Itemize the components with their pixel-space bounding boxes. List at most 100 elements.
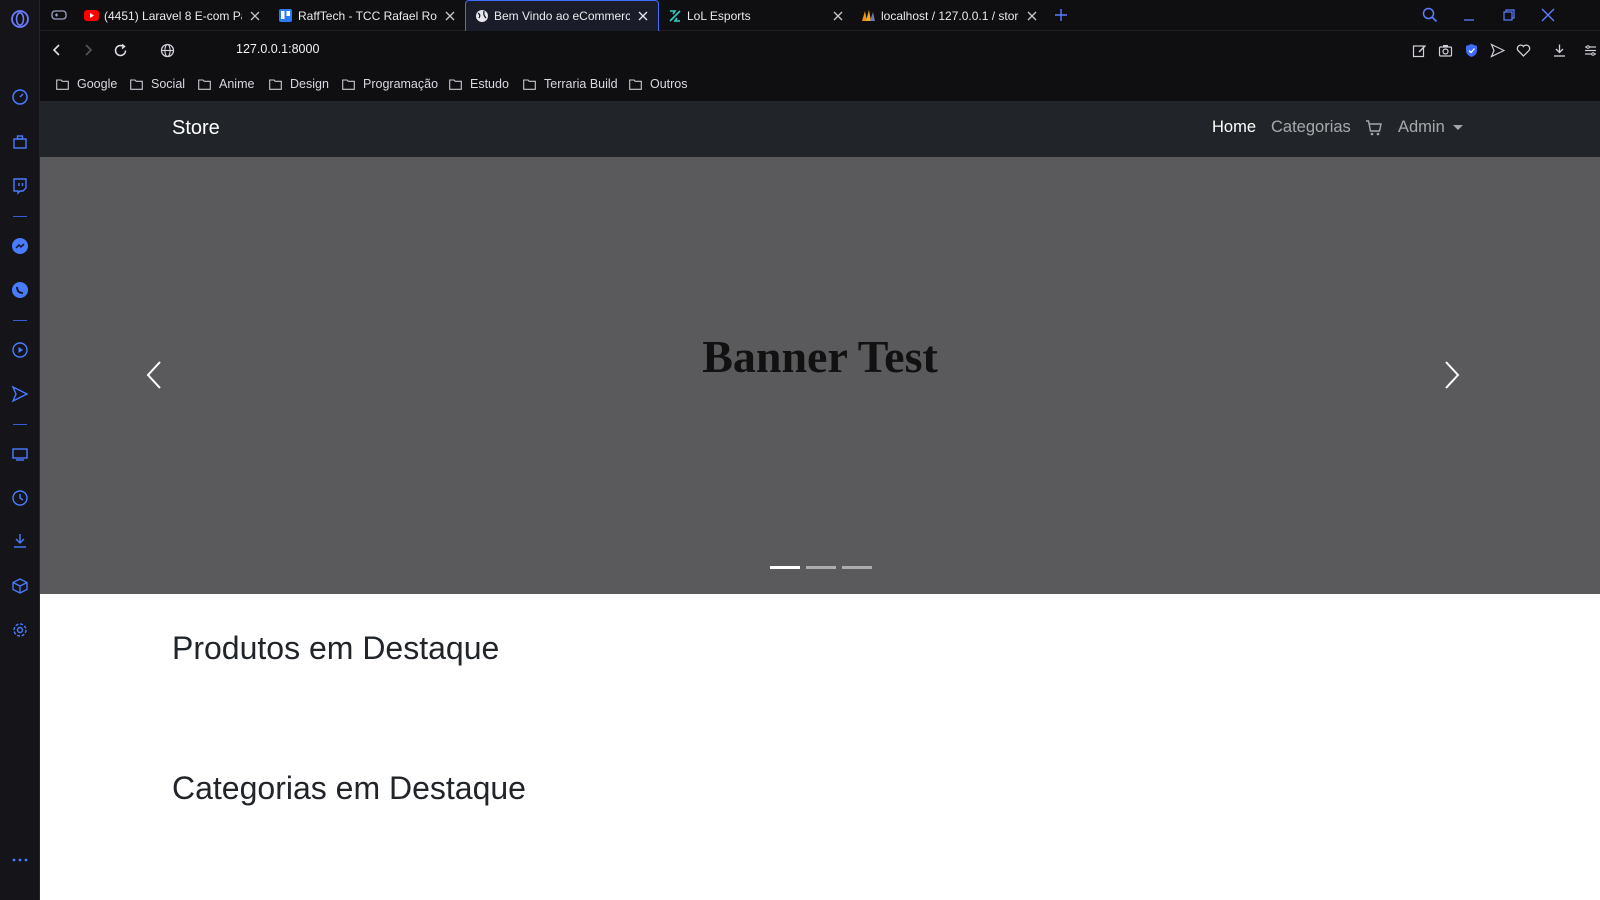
reload-icon[interactable] — [110, 40, 130, 60]
bookmark-folder-programacao[interactable]: Programação — [342, 75, 438, 93]
web-page: Store Home Categorias Admin Banner Test … — [40, 101, 1600, 900]
history-icon[interactable] — [9, 487, 31, 509]
carousel-indicator-1[interactable] — [770, 566, 800, 569]
tab-title: Bem Vindo ao eCommerce — [494, 9, 630, 23]
cart-icon[interactable] — [1365, 119, 1383, 137]
bookmark-label: Estudo — [470, 77, 509, 91]
bookmark-label: Programação — [363, 77, 439, 91]
tabs-icon[interactable] — [9, 443, 31, 465]
folder-icon — [342, 78, 355, 90]
forward-icon[interactable] — [78, 40, 98, 60]
send-flow-icon[interactable] — [1488, 41, 1506, 59]
tab-title: RaffTech - TCC Rafael Rocha — [298, 8, 437, 23]
nav-link-categorias[interactable]: Categorias — [1271, 118, 1351, 137]
folder-icon — [130, 78, 143, 90]
youtube-icon — [84, 8, 99, 23]
bookmark-folder-estudo[interactable]: Estudo — [449, 75, 509, 93]
tab-phpmyadmin[interactable]: localhost / 127.0.0.1 / store — [853, 0, 1047, 31]
opera-menu-icon[interactable] — [9, 8, 31, 30]
site-info-globe-icon[interactable] — [157, 40, 177, 60]
banner-carousel: Banner Test — [40, 157, 1600, 594]
player-icon[interactable] — [9, 339, 31, 361]
messenger-icon[interactable] — [9, 235, 31, 257]
bookmark-folder-outros[interactable]: Outros — [629, 75, 688, 93]
downloads-icon[interactable] — [1550, 41, 1568, 59]
easy-setup-icon[interactable] — [1410, 41, 1428, 59]
featured-products-heading: Produtos em Destaque — [172, 630, 500, 666]
chevron-right-icon — [1445, 361, 1460, 389]
admin-label: Admin — [1398, 118, 1445, 136]
bookmarks-bar: Google Social Anime Design Programação E… — [40, 68, 1600, 101]
tab-title: LoL Esports — [687, 8, 751, 23]
settings-gear-icon[interactable] — [9, 619, 31, 641]
bookmark-folder-google[interactable]: Google — [56, 75, 117, 93]
downloads-icon[interactable] — [9, 530, 31, 552]
gamepad-icon[interactable] — [50, 6, 68, 24]
folder-icon — [449, 78, 462, 90]
featured-categories-heading: Categorias em Destaque — [172, 770, 526, 806]
tab-title: (4451) Laravel 8 E-com Part 1 — [104, 8, 242, 23]
admin-dropdown[interactable]: Admin — [1398, 118, 1463, 137]
close-window-icon[interactable] — [1539, 6, 1557, 24]
carousel-indicator-2[interactable] — [806, 566, 836, 569]
extensions-cube-icon[interactable] — [9, 575, 31, 597]
folder-icon — [56, 78, 69, 90]
carousel-next-button[interactable] — [1432, 353, 1472, 397]
bookmark-label: Google — [77, 77, 118, 91]
snapshot-camera-icon[interactable] — [1436, 41, 1454, 59]
globe-icon — [474, 9, 489, 24]
site-navbar: Store Home Categorias Admin — [40, 101, 1600, 157]
banner-text: Banner Test — [702, 331, 938, 382]
chevron-down-icon — [1452, 125, 1463, 130]
twitch-icon[interactable] — [9, 175, 31, 197]
flow-send-icon[interactable] — [9, 383, 31, 405]
briefcase-icon[interactable] — [9, 131, 31, 153]
restore-window-icon[interactable] — [1500, 6, 1518, 24]
more-options-icon[interactable] — [9, 849, 31, 871]
close-icon[interactable] — [831, 9, 845, 23]
tab-lol-esports[interactable]: LoL Esports — [659, 0, 853, 31]
folder-icon — [269, 78, 282, 90]
close-icon[interactable] — [248, 9, 262, 23]
vpn-shield-icon[interactable] — [1462, 41, 1480, 59]
url-field[interactable]: 127.0.0.1:8000 — [236, 42, 319, 56]
bookmark-label: Social — [151, 77, 186, 91]
close-icon[interactable] — [443, 9, 457, 23]
phpmyadmin-icon — [861, 8, 876, 23]
nav-link-home[interactable]: Home — [1212, 118, 1256, 137]
trello-icon — [278, 8, 293, 23]
bookmark-folder-social[interactable]: Social — [130, 75, 185, 93]
close-icon[interactable] — [1025, 9, 1039, 23]
search-tabs-icon[interactable] — [1421, 6, 1439, 24]
sidebar-separator — [13, 320, 27, 321]
back-icon[interactable] — [47, 40, 67, 60]
folder-icon — [198, 78, 211, 90]
navbar-brand[interactable]: Store — [172, 117, 220, 140]
minimize-icon[interactable] — [1460, 6, 1478, 24]
bookmark-folder-terraria-build[interactable]: Terraria Build — [523, 75, 618, 93]
folder-icon — [629, 78, 642, 90]
browser-sidebar — [0, 0, 40, 900]
tab-title: localhost / 127.0.0.1 / store — [881, 8, 1019, 23]
new-tab-plus-icon[interactable] — [1052, 6, 1070, 24]
easy-setup-menu-icon[interactable] — [1581, 41, 1599, 59]
carousel-prev-button[interactable] — [134, 353, 174, 397]
sidebar-separator — [13, 216, 27, 217]
tab-youtube[interactable]: (4451) Laravel 8 E-com Part 1 — [76, 0, 270, 31]
sidebar-separator — [13, 424, 27, 425]
address-bar: 127.0.0.1:8000 — [40, 31, 1600, 68]
heart-icon[interactable] — [1514, 41, 1532, 59]
bookmark-label: Anime — [219, 77, 255, 91]
tab-ecommerce[interactable]: Bem Vindo ao eCommerce — [465, 0, 659, 31]
lol-esports-icon — [667, 8, 682, 23]
folder-icon — [523, 78, 536, 90]
whatsapp-icon[interactable] — [9, 279, 31, 301]
bookmark-folder-design[interactable]: Design — [269, 75, 329, 93]
chevron-left-icon — [146, 361, 161, 389]
carousel-indicators — [770, 566, 878, 569]
speed-dial-icon[interactable] — [9, 86, 31, 108]
carousel-indicator-3[interactable] — [842, 566, 872, 569]
bookmark-folder-anime[interactable]: Anime — [198, 75, 254, 93]
tab-trello[interactable]: RaffTech - TCC Rafael Rocha — [270, 0, 465, 31]
close-icon[interactable] — [636, 9, 650, 23]
